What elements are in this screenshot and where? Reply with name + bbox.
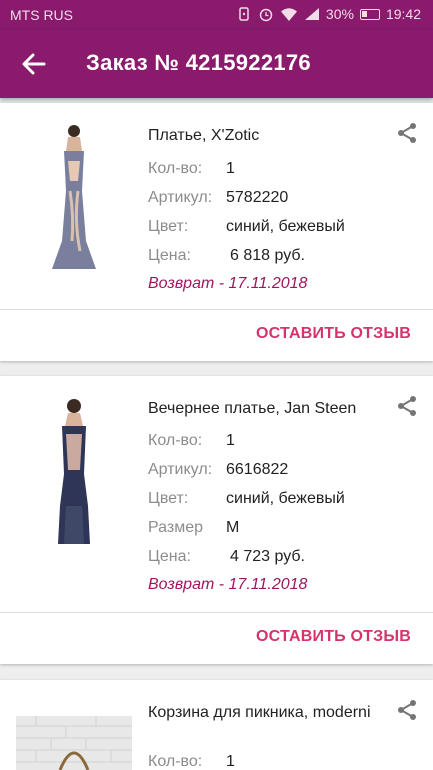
divider [0, 309, 433, 310]
divider [0, 612, 433, 613]
color-label: Цвет: [148, 490, 189, 507]
size-label: Размер [148, 519, 203, 536]
color-row: Цвет: синий, бежевый [148, 217, 345, 237]
status-icons: 30% 19:42 [236, 6, 421, 22]
app-bar: Заказ № 4215922176 [0, 30, 433, 98]
return-status: Возврат - 17.11.2018 [148, 275, 308, 292]
quantity-label: Кол-во: [148, 753, 203, 770]
page-title: Заказ № 4215922176 [86, 50, 311, 75]
leave-review-button[interactable]: ОСТАВИТЬ ОТЗЫВ [256, 325, 411, 343]
product-name[interactable]: Платье, X'Zotic [148, 125, 378, 147]
quantity-value: 1 [226, 160, 235, 177]
alarm-icon [259, 8, 273, 22]
order-item-card: Корзина для пикника, moderni Кол-во: 1 [0, 680, 433, 770]
quantity-row: Кол-во: 1 [148, 431, 235, 451]
size-value: M [226, 519, 240, 536]
share-icon[interactable] [395, 394, 419, 418]
sku-row: Артикул: 6616822 [148, 460, 288, 480]
product-name[interactable]: Вечернее платье, Jan Steen [148, 398, 378, 420]
wifi-icon [280, 8, 297, 21]
price-value: 4 723 руб. [230, 548, 305, 565]
battery-percent: 30% [325, 6, 354, 22]
color-label: Цвет: [148, 218, 189, 235]
order-item-card: Платье, X'Zotic Кол-во: 1 Артикул: 5782220… [0, 103, 433, 361]
color-value: синий, бежевый [226, 490, 345, 507]
size-row: Размер M [148, 518, 239, 538]
product-image[interactable] [16, 716, 132, 770]
quantity-row: Кол-во: 1 [148, 159, 235, 179]
product-image[interactable] [16, 121, 132, 271]
price-row: Цена: 6 818 руб. [148, 246, 305, 266]
clock: 19:42 [385, 6, 421, 22]
return-status: Возврат - 17.11.2018 [148, 576, 308, 593]
leave-review-button[interactable]: ОСТАВИТЬ ОТЗЫВ [256, 628, 411, 646]
color-value: синий, бежевый [226, 218, 345, 235]
price-row: Цена: 4 723 руб. [148, 547, 305, 567]
quantity-value: 1 [226, 753, 235, 770]
arrow-left-icon[interactable] [20, 50, 48, 78]
quantity-value: 1 [226, 432, 235, 449]
quantity-label: Кол-во: [148, 432, 203, 449]
quantity-label: Кол-во: [148, 160, 203, 177]
product-image[interactable] [16, 394, 132, 546]
product-name[interactable]: Корзина для пикника, moderni [148, 702, 378, 724]
quantity-row: Кол-во: 1 [148, 752, 235, 770]
sku-value: 6616822 [226, 461, 289, 478]
battery-icon [359, 8, 380, 20]
vibrate-icon [239, 7, 249, 21]
share-icon[interactable] [395, 121, 419, 145]
carrier-name: MTS RUS [10, 7, 73, 23]
price-value: 6 818 руб. [230, 247, 305, 264]
sku-value: 5782220 [226, 189, 289, 206]
sku-label: Артикул: [148, 189, 213, 206]
sku-label: Артикул: [148, 461, 213, 478]
signal-icon [304, 8, 319, 20]
share-icon[interactable] [395, 698, 419, 722]
sku-row: Артикул: 5782220 [148, 188, 288, 208]
price-label: Цена: [148, 548, 191, 565]
price-label: Цена: [148, 247, 191, 264]
color-row: Цвет: синий, бежевый [148, 489, 345, 509]
order-item-card: Вечернее платье, Jan Steen Кол-во: 1 Арти… [0, 376, 433, 664]
status-bar: MTS RUS 30% 19:42 [0, 0, 433, 30]
